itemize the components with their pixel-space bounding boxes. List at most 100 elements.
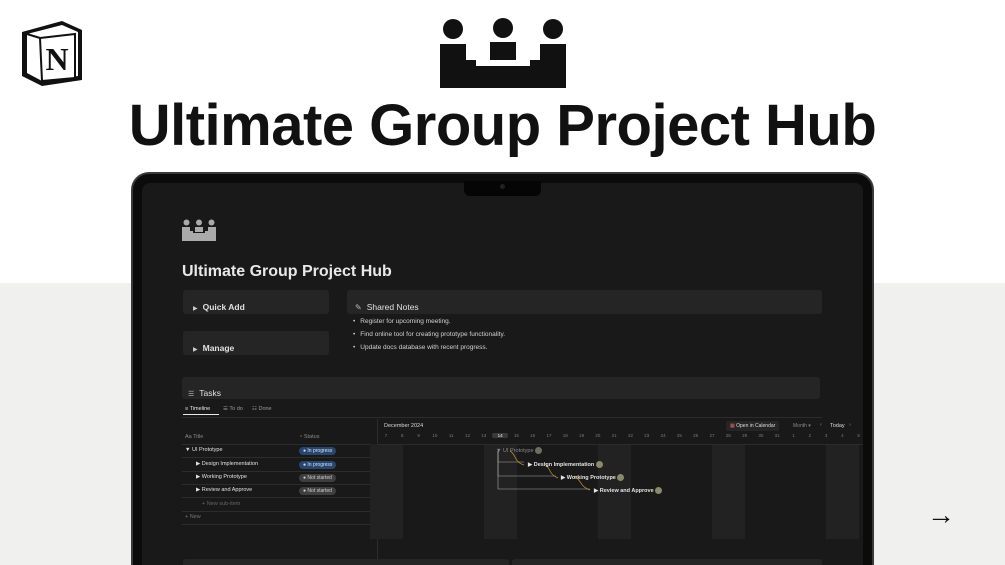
notion-logo-icon: N — [22, 21, 82, 86]
tab-todo[interactable]: ☰ To do — [223, 406, 243, 412]
hero-title: Ultimate Group Project Hub — [128, 93, 877, 158]
shared-notes-list: Register for upcoming meeting. Find onli… — [353, 318, 813, 351]
quick-add-toggle[interactable]: ▶ Quick Add — [183, 290, 329, 314]
status-badge: ● Not started — [299, 474, 336, 482]
table-row[interactable]: ▶ Design Implementation — [196, 461, 258, 467]
column-status: ◔ Status — [299, 434, 320, 440]
bottom-card-left — [183, 559, 509, 565]
tab-timeline[interactable]: ≡ Timeline — [185, 406, 210, 412]
manage-toggle[interactable]: ▶ Manage — [183, 331, 329, 355]
timeline-bar[interactable]: ▶ Working Prototype — [561, 474, 625, 481]
timeline-day: 28 — [725, 433, 731, 438]
timeline-day: 8 — [401, 433, 404, 438]
bar-label: Design Implementation — [533, 461, 595, 468]
page-title: Ultimate Group Project Hub — [182, 263, 392, 280]
status-badge: ● In progress — [299, 461, 337, 469]
row-title: UI Prototype — [191, 447, 223, 453]
timeline-day: 21 — [611, 433, 617, 438]
avatar — [617, 474, 625, 481]
new-button[interactable]: + New — [185, 514, 201, 520]
svg-text:N: N — [45, 41, 68, 77]
status-text: In progress — [307, 448, 333, 454]
column-title: Aa Title — [185, 434, 204, 440]
timeline-day: 17 — [546, 433, 552, 438]
timeline-bar[interactable]: ▶ Review and Approve — [594, 487, 663, 494]
timeline-day: 31 — [774, 433, 780, 438]
timeline-day: 4 — [841, 433, 844, 438]
new-sub-item-button[interactable]: + New sub-item — [202, 501, 240, 507]
timeline-day: 29 — [742, 433, 748, 438]
table-row[interactable]: ▶ Working Prototype — [196, 474, 247, 480]
timeline-day: 24 — [660, 433, 666, 438]
avatar — [595, 461, 603, 468]
timeline-day: 10 — [432, 433, 438, 438]
scale-select[interactable]: Month ▾ — [793, 423, 811, 429]
tab-done[interactable]: ☷ Done — [252, 406, 272, 412]
list-item: Update docs database with recent progres… — [353, 344, 813, 351]
timeline-days: 7 8 9 10 11 12 13 14 15 16 17 18 19 20 21 22 23 24 25 26 27 2… — [378, 433, 863, 443]
timeline-day: 27 — [709, 433, 715, 438]
list-icon: ☰ — [188, 391, 195, 398]
column-title-label: Title — [193, 434, 204, 440]
timeline-day: 16 — [530, 433, 536, 438]
column-status-label: Status — [303, 434, 320, 440]
laptop-screen: Ultimate Group Project Hub ▶ Quick Add ▶ M… — [142, 183, 863, 565]
status-badge: ● Not started — [299, 487, 336, 495]
tab-label: Timeline — [189, 406, 211, 412]
toggle-triangle-icon: ▶ — [193, 306, 198, 312]
timeline-day: 25 — [676, 433, 682, 438]
timeline-bar[interactable]: ▼ UI Prototype — [496, 447, 543, 454]
prev-arrow-icon[interactable]: ‹ — [820, 422, 822, 428]
new-sub-item-label: New sub-item — [206, 501, 241, 507]
timeline-day: 15 — [513, 433, 519, 438]
calendar-icon: ▦ — [730, 423, 735, 429]
timeline-day: 3 — [824, 433, 828, 438]
timeline-month: December 2024 — [384, 423, 424, 429]
list-item: Find online tool for creating prototype … — [353, 331, 813, 338]
bar-label: UI Prototype — [502, 447, 534, 454]
open-in-calendar-button[interactable]: ▦ Open in Calendar — [726, 421, 780, 431]
toggle-triangle-icon: ▶ — [193, 347, 198, 353]
edit-icon: ✎ — [355, 303, 362, 312]
shared-notes-header: ✎ Shared Notes — [347, 290, 822, 314]
tab-label: To do — [229, 406, 243, 412]
status-text: Not started — [307, 488, 332, 494]
timeline-day: 5 — [857, 433, 860, 438]
timeline-day: 20 — [595, 433, 601, 438]
quick-add-label: Quick Add — [202, 302, 245, 312]
timeline-day: 7 — [384, 433, 388, 438]
status-text: In progress — [307, 462, 333, 468]
timeline-day: 23 — [644, 433, 650, 438]
timeline-day: 1 — [792, 433, 795, 438]
timeline-day: 19 — [579, 433, 585, 438]
bar-label: Working Prototype — [566, 474, 616, 481]
timeline-day: 26 — [693, 433, 699, 438]
team-page-icon — [182, 219, 216, 241]
row-title: Working Prototype — [201, 474, 247, 480]
camera-dot — [500, 184, 505, 189]
timeline-day: 2 — [808, 433, 812, 438]
timeline-bar[interactable]: ▶ Design Implementation — [528, 461, 603, 468]
tasks-header: ☰ Tasks — [182, 377, 820, 399]
tab-timeline-underline — [183, 414, 219, 415]
table-row[interactable]: ▶ Review and Approve — [196, 487, 252, 493]
next-arrow-icon[interactable]: › — [849, 422, 851, 428]
status-text: Not started — [307, 475, 332, 481]
bottom-card-right — [512, 559, 822, 565]
table-row[interactable]: ▼ UI Prototype — [185, 447, 375, 453]
timeline-day: 18 — [562, 433, 568, 438]
next-arrow-icon[interactable]: → — [926, 500, 956, 530]
timeline-day: 22 — [627, 433, 633, 438]
timeline-day: 14 — [492, 433, 509, 438]
today-button[interactable]: Today — [830, 423, 845, 429]
team-meeting-icon — [440, 18, 566, 88]
avatar — [655, 487, 663, 494]
list-item: Register for upcoming meeting. — [353, 318, 813, 325]
avatar — [535, 447, 543, 454]
timeline-day: 13 — [481, 433, 487, 438]
row-title: Design Implementation — [201, 461, 259, 467]
shared-notes-title: Shared Notes — [366, 302, 419, 312]
bar-label: Review and Approve — [599, 487, 654, 494]
open-in-calendar-label: Open in Calendar — [736, 423, 776, 429]
manage-label: Manage — [202, 343, 235, 353]
